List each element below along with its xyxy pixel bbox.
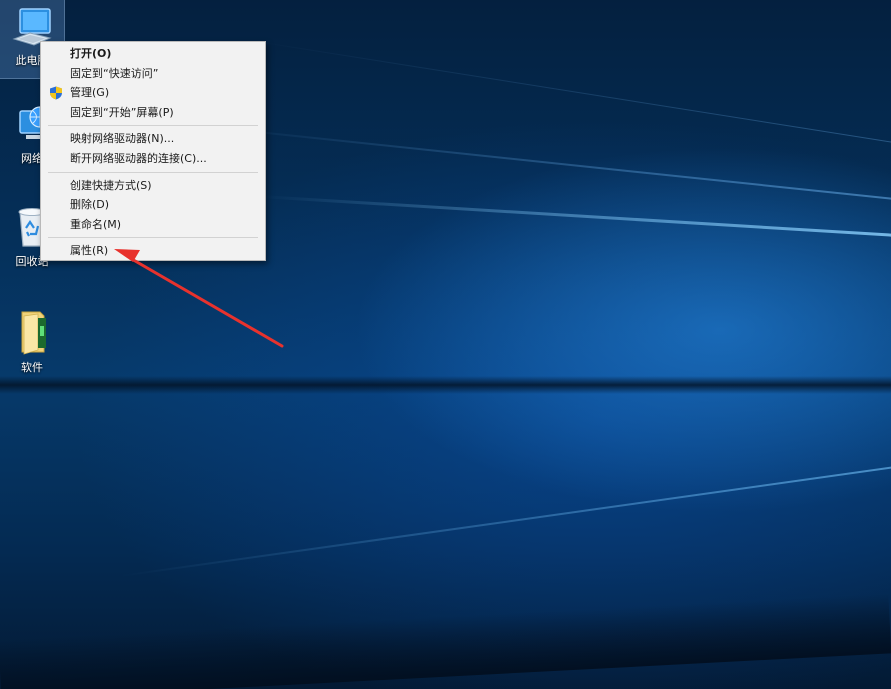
menu-item-disconnect-drive[interactable]: 断开网络驱动器的连接(C)... xyxy=(41,149,265,169)
menu-item-label: 属性(R) xyxy=(70,244,109,258)
menu-item-rename[interactable]: 重命名(M) xyxy=(41,215,265,235)
menu-item-label: 固定到“开始”屏幕(P) xyxy=(70,105,174,119)
wallpaper-ray xyxy=(249,40,891,151)
desktop-icon-software[interactable]: 软件 xyxy=(0,302,64,380)
wallpaper-ray xyxy=(199,125,891,203)
wallpaper-ray xyxy=(259,195,891,241)
menu-separator xyxy=(48,125,258,127)
desktop-icon-label: 软件 xyxy=(21,361,43,374)
menu-item-map-drive[interactable]: 映射网络驱动器(N)... xyxy=(41,129,265,149)
shield-icon xyxy=(50,86,62,100)
menu-item-properties[interactable]: 属性(R) xyxy=(41,241,265,261)
wallpaper-ray xyxy=(119,463,891,577)
menu-item-pin-start[interactable]: 固定到“开始”屏幕(P) xyxy=(41,103,265,123)
menu-item-pin-quick-access[interactable]: 固定到“快速访问” xyxy=(41,64,265,84)
menu-item-create-shortcut[interactable]: 创建快捷方式(S) xyxy=(41,176,265,196)
wallpaper-ray xyxy=(0,376,891,394)
menu-item-manage[interactable]: 管理(G) xyxy=(41,83,265,103)
menu-separator xyxy=(48,237,258,239)
menu-item-label: 断开网络驱动器的连接(C)... xyxy=(70,151,207,165)
menu-item-label: 映射网络驱动器(N)... xyxy=(70,132,175,146)
menu-item-open[interactable]: 打开(O) xyxy=(41,44,265,64)
menu-item-label: 创建快捷方式(S) xyxy=(70,178,152,192)
wallpaper-ray xyxy=(0,593,891,689)
context-menu: 打开(O) 固定到“快速访问” 管理(G) 固定到“开始”屏幕(P) 映射网络驱… xyxy=(40,41,266,261)
menu-item-label: 删除(D) xyxy=(70,198,110,212)
menu-item-label: 固定到“快速访问” xyxy=(70,66,159,80)
menu-item-delete[interactable]: 删除(D) xyxy=(41,195,265,215)
menu-item-label: 管理(G) xyxy=(70,86,110,100)
menu-item-label: 打开(O) xyxy=(70,47,112,60)
desktop[interactable]: 此电脑 网络 回收站 软件 打开(O) 固定到“快速访问” 管理(G) 固定到“… xyxy=(0,0,891,689)
folder-icon xyxy=(21,311,46,355)
menu-item-label: 重命名(M) xyxy=(70,217,122,231)
menu-separator xyxy=(48,171,258,173)
